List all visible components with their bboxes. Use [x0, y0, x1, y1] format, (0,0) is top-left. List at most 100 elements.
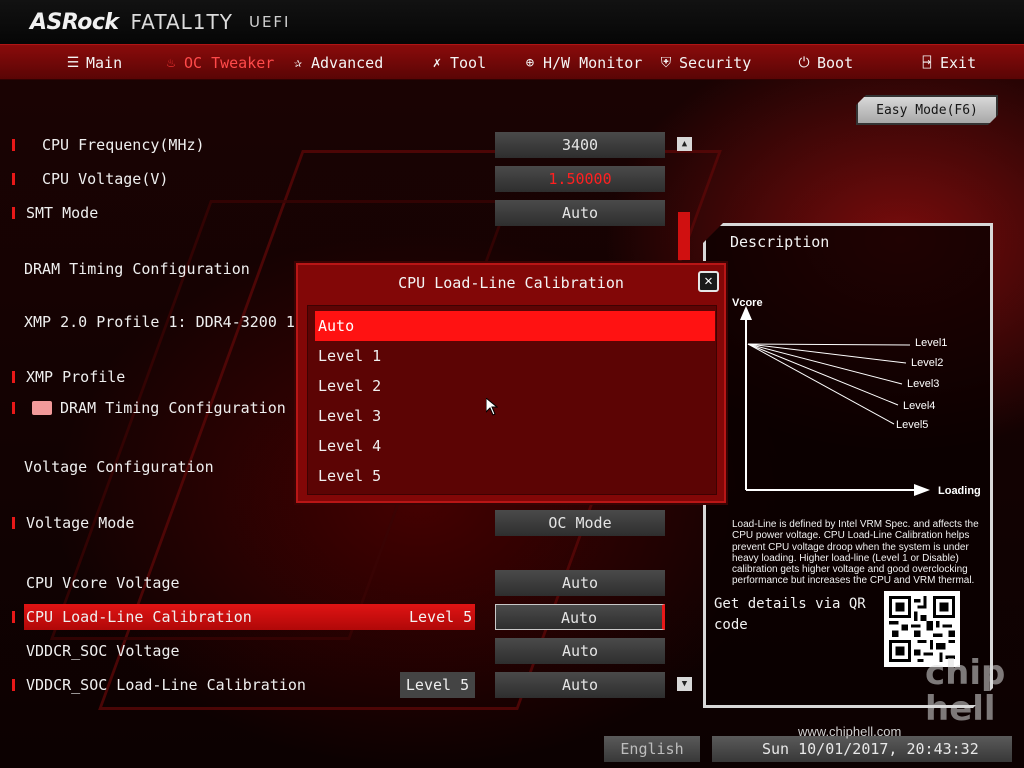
cpu-frequency-value[interactable]: 3400 — [495, 132, 665, 158]
option-level-1[interactable]: Level 1 — [315, 341, 715, 371]
tab-label: Exit — [940, 54, 977, 72]
uefi-label: UEFI — [248, 13, 291, 31]
folder-icon — [32, 401, 52, 415]
voltage-config-header: Voltage Configuration — [24, 458, 214, 476]
tab-label: Boot — [817, 54, 854, 72]
header-bar: ASRock FATAL1TY UEFI — [0, 0, 1024, 44]
setting-label: XMP Profile — [26, 368, 126, 386]
setting-cpu-llc[interactable]: CPU Load-Line Calibration Level 5 Auto — [0, 604, 680, 630]
graph-line-level5 — [747, 343, 895, 425]
setting-cpu-frequency[interactable]: CPU Frequency(MHz) 3400 — [0, 132, 680, 158]
graph-line-label: Level5 — [896, 419, 928, 431]
setting-label: CPU Voltage(V) — [42, 170, 169, 188]
graph-line-label: Level1 — [915, 337, 947, 349]
tab-main[interactable]: ☰ Main — [66, 52, 122, 74]
watermark-site: www.chiphell.com — [798, 724, 902, 739]
flame-icon: ♨ — [166, 55, 176, 71]
graph-line-label: Level4 — [903, 400, 935, 412]
scroll-down-arrow-icon[interactable]: ▼ — [677, 677, 692, 691]
smt-mode-value[interactable]: Auto — [495, 200, 665, 226]
setting-vddcr-soc[interactable]: VDDCR_SOC Voltage Auto — [0, 638, 680, 664]
graph-x-arrow-icon — [914, 484, 930, 496]
tab-boot[interactable]: ⏻ Boot — [797, 52, 853, 74]
cpu-llc-value[interactable]: Auto — [495, 604, 665, 630]
crosshair-icon: ⊕ — [525, 55, 535, 71]
option-level-3[interactable]: Level 3 — [315, 401, 715, 431]
star-icon: ✰ — [293, 55, 303, 71]
product-line: FATAL1TY — [130, 10, 233, 34]
chiphell-logo: chip hell — [925, 655, 1015, 750]
power-icon: ⏻ — [798, 55, 810, 71]
tab-label: H/W Monitor — [543, 54, 643, 72]
brand-logo: ASRock FATAL1TY UEFI — [30, 8, 290, 36]
close-icon[interactable]: ✕ — [698, 271, 719, 292]
option-level-4[interactable]: Level 4 — [315, 431, 715, 461]
row-marker — [12, 173, 15, 185]
setting-label: CPU Vcore Voltage — [26, 574, 180, 592]
list-icon: ☰ — [66, 55, 80, 71]
row-marker — [12, 611, 15, 623]
option-auto[interactable]: Auto — [315, 311, 715, 341]
setting-cpu-voltage[interactable]: CPU Voltage(V) 1.50000 — [0, 166, 680, 192]
description-text: Load-Line is defined by Intel VRM Spec. … — [732, 519, 979, 587]
row-marker — [12, 371, 15, 383]
graph-line-label: Level2 — [911, 357, 943, 369]
row-marker — [12, 517, 15, 529]
scrollbar-thumb[interactable] — [678, 212, 690, 260]
setting-label: DRAM Timing Configuration — [60, 399, 286, 417]
setting-smt-mode[interactable]: SMT Mode Auto — [0, 200, 680, 226]
voltage-mode-value[interactable]: OC Mode — [495, 510, 665, 536]
tab-label: Tool — [450, 54, 487, 72]
row-marker — [12, 139, 15, 151]
graph-y-label: Vcore — [732, 297, 763, 309]
setting-label: CPU Load-Line Calibration — [26, 608, 252, 626]
easy-mode-button[interactable]: Easy Mode(F6) — [856, 95, 998, 125]
shield-icon: ⛨ — [660, 55, 672, 71]
graph-line-label: Level3 — [907, 378, 939, 390]
setting-cpu-vcore[interactable]: CPU Vcore Voltage Auto — [0, 570, 680, 596]
tab-oc-tweaker[interactable]: ♨ OC Tweaker — [164, 52, 275, 74]
tab-exit[interactable]: ⍈ Exit — [920, 52, 976, 74]
tab-label: Main — [86, 54, 123, 72]
mouse-cursor-icon — [486, 398, 498, 416]
row-marker — [12, 207, 15, 219]
cpu-voltage-value[interactable]: 1.50000 — [495, 166, 665, 192]
setting-voltage-mode[interactable]: Voltage Mode OC Mode — [0, 510, 680, 536]
tab-label: OC Tweaker — [184, 54, 275, 72]
option-level-2[interactable]: Level 2 — [315, 371, 715, 401]
dram-timing-header: DRAM Timing Configuration — [24, 260, 250, 278]
language-select[interactable]: English — [604, 736, 700, 762]
setting-label: SMT Mode — [26, 204, 99, 222]
setting-label: CPU Frequency(MHz) — [42, 136, 205, 154]
tab-advanced[interactable]: ✰ Advanced — [291, 52, 383, 74]
tab-label: Security — [679, 54, 752, 72]
description-title: Description — [730, 233, 830, 251]
cpu-vcore-value[interactable]: Auto — [495, 570, 665, 596]
row-marker — [12, 402, 15, 414]
xmp-info: XMP 2.0 Profile 1: DDR4-3200 14-14 — [24, 313, 332, 331]
row-marker — [12, 679, 15, 691]
tab-tool[interactable]: ✗ Tool — [430, 52, 486, 74]
llc-option-dialog: CPU Load-Line Calibration ✕ Auto Level 1… — [296, 263, 726, 503]
main-nav: ☰ Main ♨ OC Tweaker ✰ Advanced ✗ Tool ⊕ … — [0, 44, 1024, 80]
option-list: Auto Level 1 Level 2 Level 3 Level 4 Lev… — [307, 305, 717, 495]
tab-security[interactable]: ⛨ Security — [659, 52, 752, 74]
option-level-5[interactable]: Level 5 — [315, 461, 715, 491]
scroll-up-arrow-icon[interactable]: ▲ — [677, 137, 692, 151]
qr-label: Get details via QR code — [714, 596, 866, 633]
tab-hw-monitor[interactable]: ⊕ H/W Monitor — [523, 52, 643, 74]
chiphell-logo-text: chip hell — [925, 653, 1006, 729]
tab-label: Advanced — [311, 54, 384, 72]
graph-line-level3 — [747, 343, 903, 385]
setting-vddcr-soc-llc[interactable]: VDDCR_SOC Load-Line Calibration Level 5 … — [0, 672, 680, 698]
load-line-graph: Vcore Loading Level1 Level2 Level3 Level… — [732, 297, 981, 497]
vddcr-soc-value[interactable]: Auto — [495, 638, 665, 664]
tools-icon: ✗ — [432, 55, 442, 71]
current-value: Level 5 — [400, 672, 475, 698]
vddcr-soc-llc-value[interactable]: Auto — [495, 672, 665, 698]
exit-door-icon: ⍈ — [922, 55, 932, 71]
graph-line-level1 — [747, 343, 911, 346]
setting-label: VDDCR_SOC Load-Line Calibration — [26, 676, 306, 694]
graph-x-label: Loading — [938, 485, 981, 497]
dialog-title: CPU Load-Line Calibration — [398, 274, 624, 292]
